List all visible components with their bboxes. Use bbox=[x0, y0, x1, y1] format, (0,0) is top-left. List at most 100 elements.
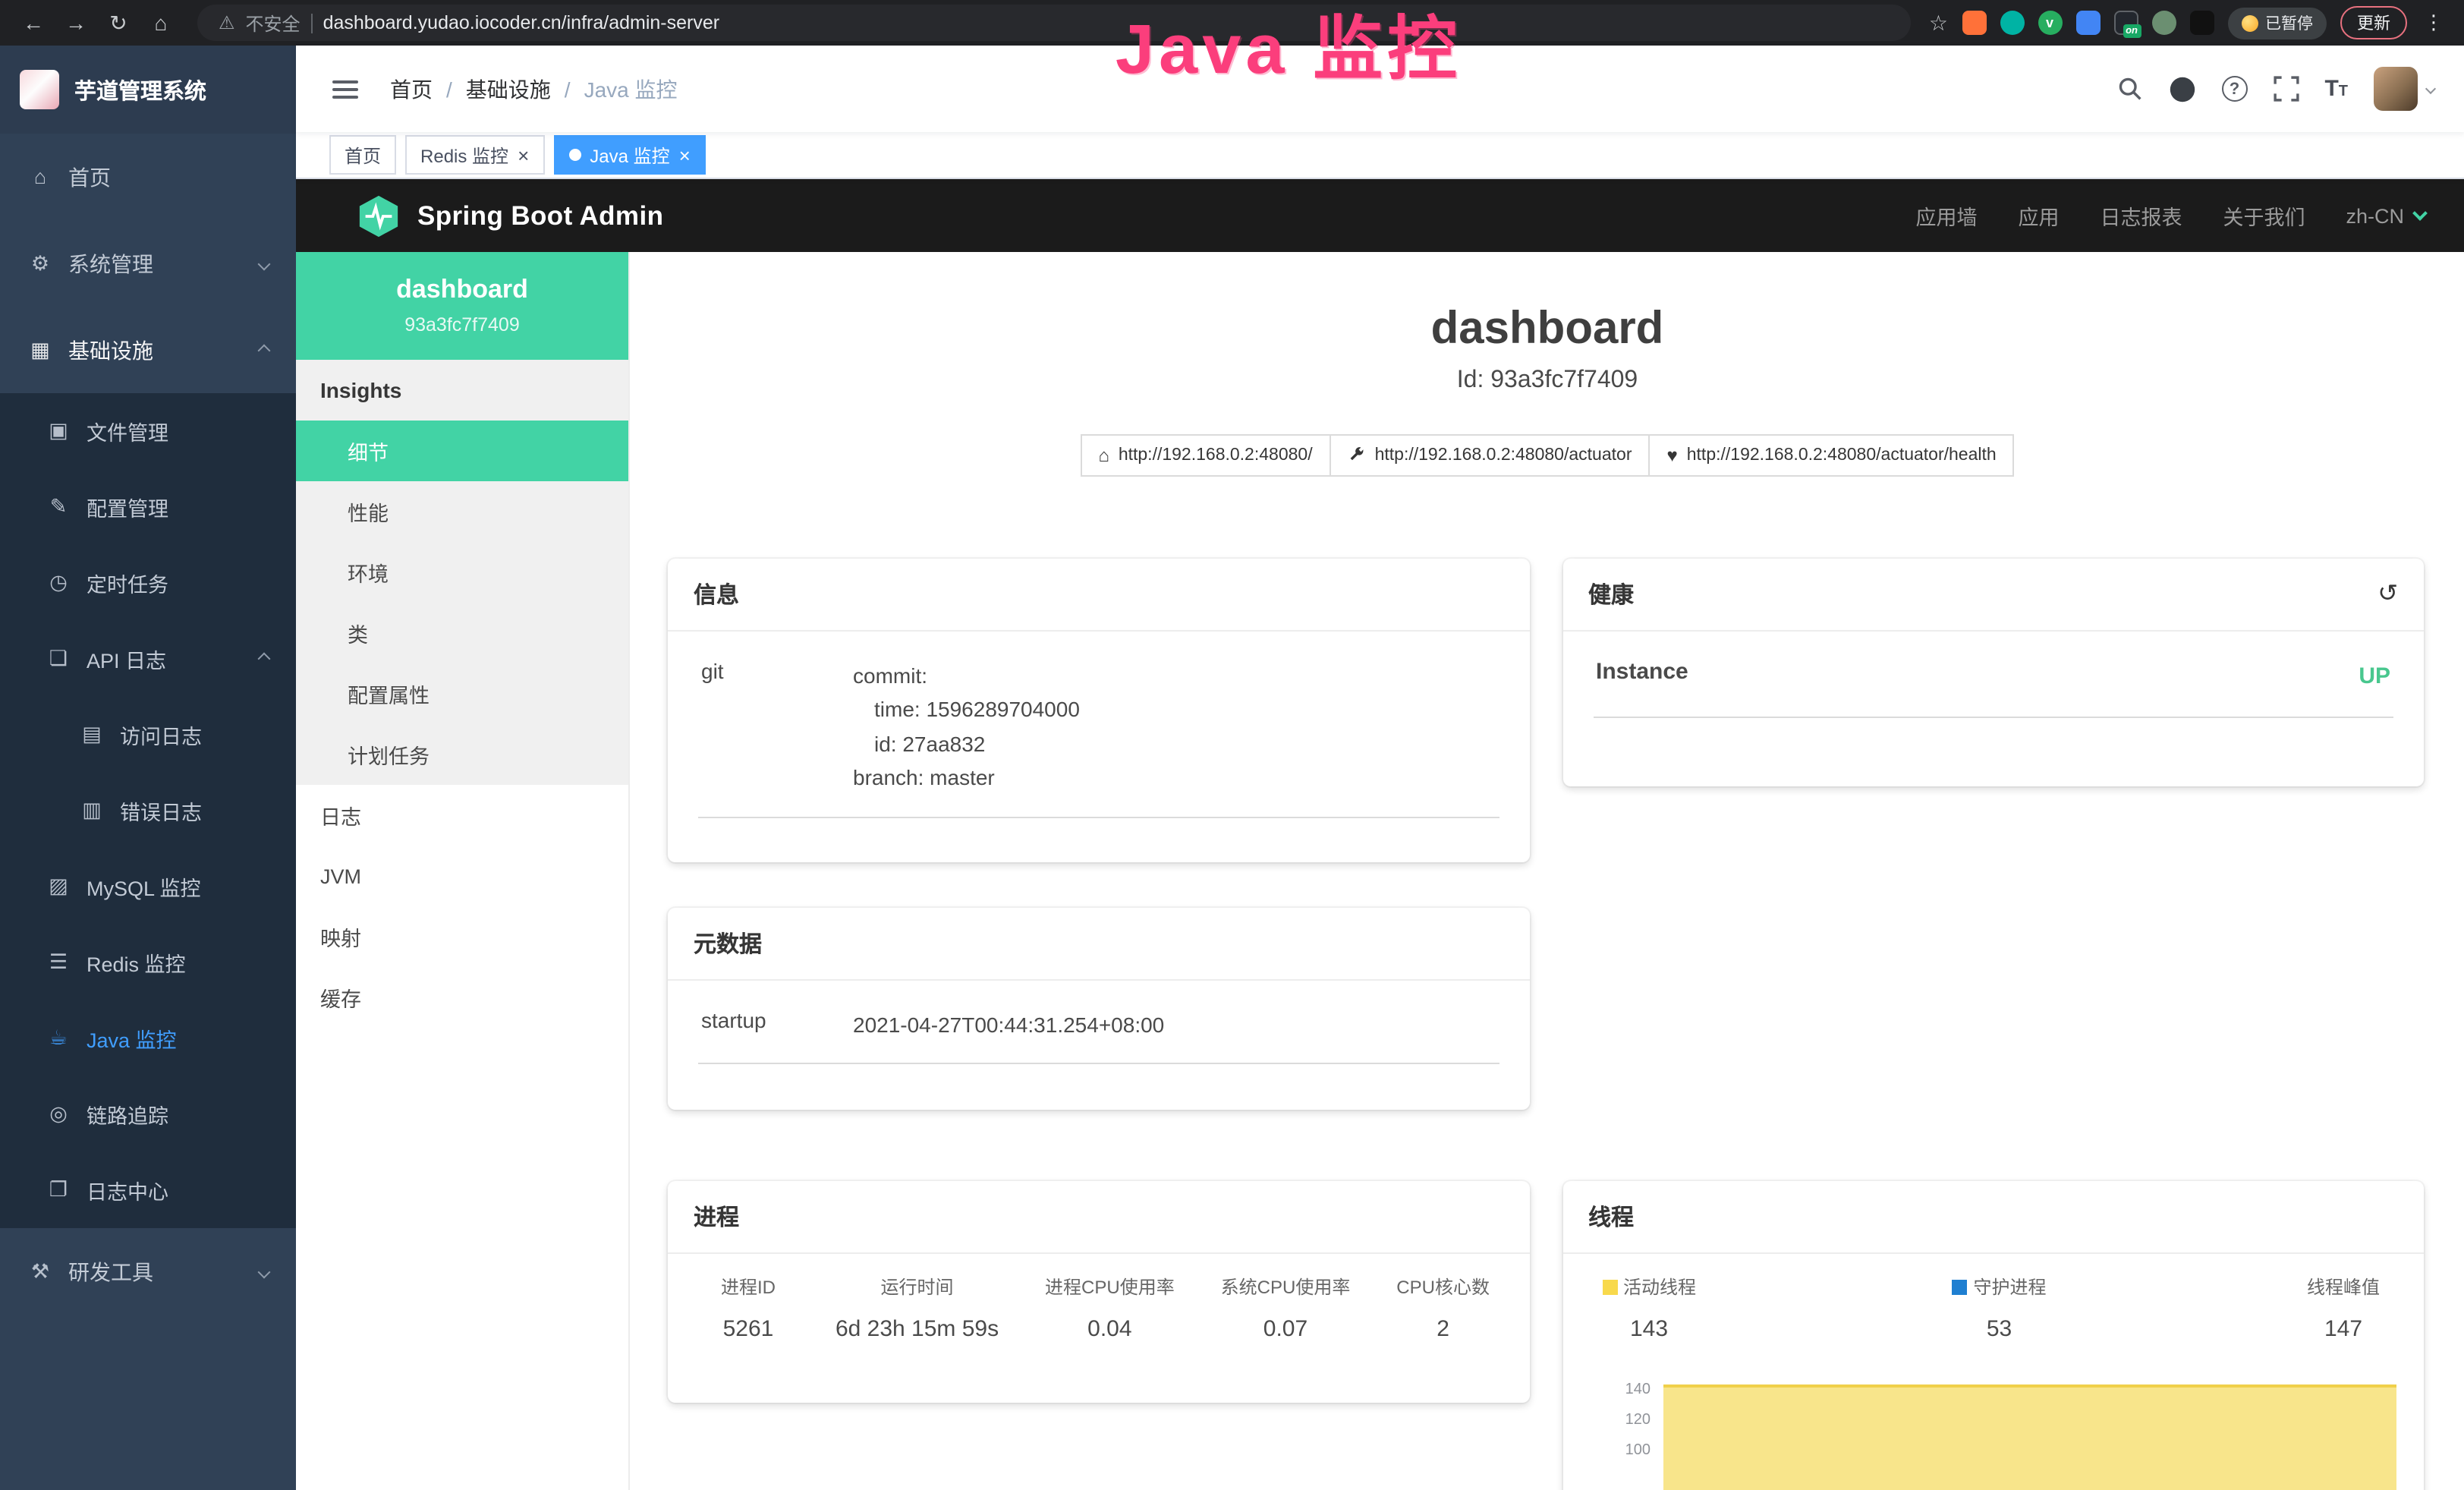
info-value: commit: time: 1596289704000 id: 27aa832 … bbox=[853, 659, 1496, 795]
sidebar-item-errorlog[interactable]: ▥ 错误日志 bbox=[0, 773, 296, 849]
user-menu[interactable] bbox=[2374, 67, 2434, 111]
sidebar-item-config[interactable]: ✎ 配置管理 bbox=[0, 469, 296, 545]
sba-item-caches[interactable]: 缓存 bbox=[296, 967, 628, 1028]
metric-live-threads: 活动线程 143 bbox=[1602, 1274, 1696, 1342]
back-icon[interactable]: ← bbox=[15, 6, 52, 39]
infrastructure-icon: ▦ bbox=[27, 338, 53, 362]
sidebar-item-home[interactable]: ⌂ 首页 bbox=[0, 134, 296, 220]
breadcrumb-current: Java 监控 bbox=[584, 74, 678, 104]
sidebar-item-redis[interactable]: ☰ Redis 监控 bbox=[0, 925, 296, 1000]
sidebar-item-accesslog[interactable]: ▤ 访问日志 bbox=[0, 697, 296, 773]
extension-icon-green[interactable]: v bbox=[2038, 11, 2062, 35]
sba-item-env[interactable]: 环境 bbox=[296, 542, 628, 603]
security-label[interactable]: 不安全 bbox=[246, 10, 301, 36]
tag-home[interactable]: 首页 bbox=[329, 135, 396, 175]
logo-image bbox=[20, 70, 59, 109]
insights-section: Insights 细节 性能 环境 类 配置属性 计划任务 bbox=[296, 360, 628, 785]
sidebar-item-mysql[interactable]: ▨ MySQL 监控 bbox=[0, 849, 296, 925]
health-url-link[interactable]: ♥ http://192.168.0.2:48080/actuator/heal… bbox=[1649, 434, 2015, 477]
search-icon[interactable] bbox=[2116, 76, 2142, 102]
nav-wall[interactable]: 应用墙 bbox=[1915, 200, 1977, 231]
tools-icon: ⚒ bbox=[27, 1259, 53, 1284]
address-bar[interactable]: ⚠ 不安全 dashboard.yudao.iocoder.cn/infra/a… bbox=[197, 5, 1911, 41]
health-row-instance: Instance UP bbox=[1593, 641, 2393, 718]
sba-item-configprops[interactable]: 配置属性 bbox=[296, 663, 628, 724]
paused-badge[interactable]: 已暂停 bbox=[2227, 7, 2327, 39]
threads-card: 线程 活动线程 143 bbox=[1562, 1181, 2424, 1490]
sba-item-logfile[interactable]: 日志 bbox=[296, 785, 628, 846]
sba-item-details[interactable]: 细节 bbox=[296, 421, 628, 481]
github-icon[interactable] bbox=[2168, 75, 2195, 102]
sidebar-item-devtools[interactable]: ⚒ 研发工具 bbox=[0, 1228, 296, 1315]
sba-item-jvm[interactable]: JVM bbox=[296, 846, 628, 906]
help-icon[interactable]: ? bbox=[2221, 76, 2247, 102]
sidebar-item-job[interactable]: ◷ 定时任务 bbox=[0, 545, 296, 621]
chevron-down-icon bbox=[258, 257, 271, 270]
font-size-icon[interactable]: TT bbox=[2324, 77, 2348, 100]
sidebar-item-file[interactable]: ▣ 文件管理 bbox=[0, 393, 296, 469]
sidebar-item-apilog[interactable]: ❏ API 日志 bbox=[0, 621, 296, 697]
nav-journal[interactable]: 日志报表 bbox=[2100, 200, 2182, 231]
sba-body: dashboard 93a3fc7f7409 Insights 细节 性能 环境… bbox=[296, 252, 2464, 1490]
service-url-link[interactable]: ⌂ http://192.168.0.2:48080/ bbox=[1080, 434, 1330, 477]
annotation-java-monitor: Java 监控 bbox=[1116, 0, 1462, 94]
sidebar-item-logcenter[interactable]: ❐ 日志中心 bbox=[0, 1152, 296, 1228]
home-icon[interactable]: ⌂ bbox=[143, 6, 179, 39]
nav-about[interactable]: 关于我们 bbox=[2223, 200, 2305, 231]
sidebar-item-system[interactable]: ⚙ 系统管理 bbox=[0, 220, 296, 307]
sidebar-item-infra[interactable]: ▦ 基础设施 bbox=[0, 307, 296, 393]
forward-icon[interactable]: → bbox=[58, 6, 94, 39]
chevron-up-icon bbox=[258, 653, 271, 666]
breadcrumb-home[interactable]: 首页 bbox=[390, 74, 433, 104]
extension-icon-leaf[interactable] bbox=[2151, 11, 2176, 35]
clock-icon: ◷ bbox=[46, 571, 71, 595]
browser-toolbar-right: ☆ v on 已暂停 更新 ⋮ bbox=[1929, 6, 2450, 39]
sba-brand[interactable]: Spring Boot Admin bbox=[357, 194, 663, 238]
avatar bbox=[2374, 67, 2418, 111]
extension-icon-plug[interactable] bbox=[2189, 11, 2214, 35]
extension-icon-orange[interactable] bbox=[1962, 11, 1986, 35]
metric-daemon-threads: 守护进程 53 bbox=[1953, 1274, 2047, 1342]
document-icon: ▥ bbox=[79, 799, 105, 823]
instance-id: 93a3fc7f7409 bbox=[308, 314, 616, 335]
page-title: dashboard bbox=[630, 304, 2464, 355]
url-text[interactable]: dashboard.yudao.iocoder.cn/infra/admin-s… bbox=[323, 12, 720, 33]
app-frame: 芋道管理系统 ⌂ 首页 ⚙ 系统管理 ▦ 基础设施 ▣ 文件管理 bbox=[0, 46, 2464, 1490]
health-card: 健康 ↺ Instance UP bbox=[1562, 559, 2424, 786]
live-threads-area bbox=[1663, 1384, 2396, 1490]
breadcrumb-infra[interactable]: 基础设施 bbox=[466, 74, 551, 104]
nav-applications[interactable]: 应用 bbox=[2018, 200, 2059, 231]
close-icon[interactable]: × bbox=[679, 145, 691, 165]
sba-item-scheduledtasks[interactable]: 计划任务 bbox=[296, 724, 628, 785]
locale-select[interactable]: zh-CN bbox=[2346, 204, 2425, 227]
extension-icon-blue-grid[interactable] bbox=[2075, 11, 2100, 35]
collapse-sidebar-icon[interactable] bbox=[329, 74, 361, 104]
update-button[interactable]: 更新 bbox=[2340, 6, 2407, 39]
active-dot bbox=[568, 149, 581, 161]
sba-header: Spring Boot Admin 应用墙 应用 日志报表 关于我们 zh-CN bbox=[296, 179, 2464, 252]
extension-icon-teal[interactable] bbox=[2000, 11, 2024, 35]
sba-item-classes[interactable]: 类 bbox=[296, 603, 628, 663]
actuator-url-link[interactable]: http://192.168.0.2:48080/actuator bbox=[1330, 434, 1651, 477]
sidebar-item-java[interactable]: ☕ Java 监控 bbox=[0, 1000, 296, 1076]
instance-links: ⌂ http://192.168.0.2:48080/ http://192.1… bbox=[630, 434, 2464, 477]
sba-main: dashboard Id: 93a3fc7f7409 ⌂ http://192.… bbox=[630, 252, 2464, 1490]
metadata-key: startup bbox=[701, 1008, 853, 1042]
app-logo[interactable]: 芋道管理系统 bbox=[0, 46, 296, 134]
tag-redis[interactable]: Redis 监控 × bbox=[405, 135, 544, 175]
extension-icon-switch[interactable]: on bbox=[2113, 11, 2138, 35]
history-icon[interactable]: ↺ bbox=[2377, 582, 2398, 606]
browser-menu-icon[interactable]: ⋮ bbox=[2421, 11, 2447, 35]
sba-item-mappings[interactable]: 映射 bbox=[296, 906, 628, 967]
home-icon: ⌂ bbox=[1098, 445, 1109, 466]
fullscreen-icon[interactable] bbox=[2273, 76, 2299, 102]
tag-java[interactable]: Java 监控 × bbox=[553, 135, 706, 175]
sba-item-metrics[interactable]: 性能 bbox=[296, 481, 628, 542]
refresh-icon[interactable]: ↻ bbox=[100, 6, 137, 39]
right-column: 健康 ↺ Instance UP bbox=[1562, 559, 2424, 1490]
process-metrics: 进程ID 5261 运行时间 6d 23h 15m 59s bbox=[668, 1254, 1529, 1342]
sidebar-item-trace[interactable]: ◎ 链路追踪 bbox=[0, 1076, 296, 1152]
close-icon[interactable]: × bbox=[518, 145, 529, 165]
instance-header[interactable]: dashboard 93a3fc7f7409 bbox=[296, 252, 628, 360]
bookmark-star-icon[interactable]: ☆ bbox=[1929, 10, 1948, 36]
